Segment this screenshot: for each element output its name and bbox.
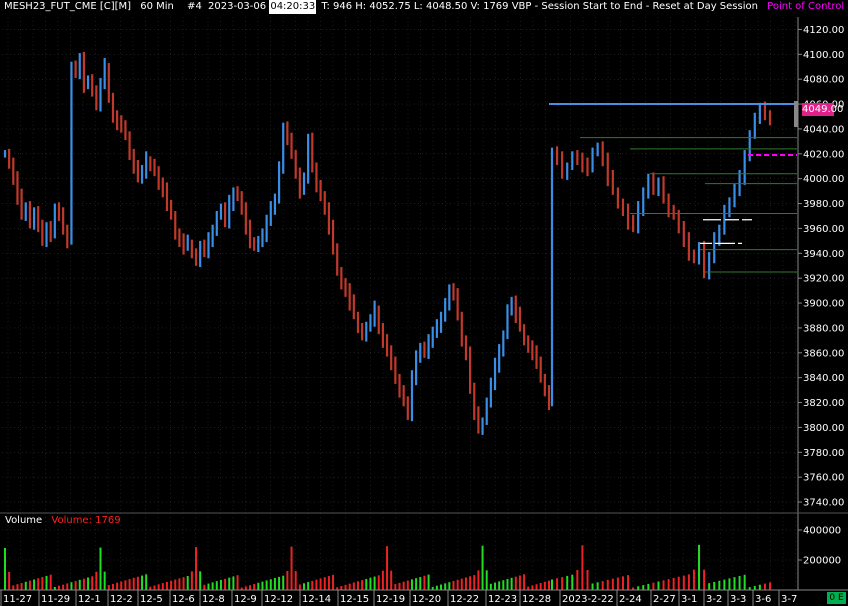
price-chart[interactable]: 4120.004100.004080.004060.004040.004020.… — [0, 0, 848, 606]
time-tick-label: 12-8 — [202, 594, 225, 605]
time-tick-label: 12-9 — [234, 594, 257, 605]
price-tick-label: 3920.00 — [803, 274, 844, 285]
price-tick-label: 3980.00 — [803, 199, 844, 210]
time-tick-label: 2-27 — [653, 594, 676, 605]
time-tick-label: 3-7 — [781, 594, 797, 605]
time-tick-label: 12-5 — [140, 594, 163, 605]
time-tick-label: 12-6 — [172, 594, 195, 605]
price-tick-label: 4120.00 — [803, 25, 844, 36]
time-tick-label: 12-12 — [264, 594, 293, 605]
time-tick-label: 2-24 — [619, 594, 642, 605]
chart-window: { "header": { "symbol": "MESH23_FUT_CME … — [0, 0, 848, 606]
time-tick-label: 12-19 — [376, 594, 405, 605]
price-tick-label: 3800.00 — [803, 423, 844, 434]
time-tick-label: 12-1 — [78, 594, 101, 605]
scroll-marker — [794, 101, 798, 128]
time-tick-label: 12-20 — [412, 594, 441, 605]
current-price-badge: 4049.00 — [802, 103, 844, 116]
time-tick-label: 2023-2-22 — [562, 594, 614, 605]
volume-title: Volume — [5, 515, 43, 526]
price-tick-label: 4100.00 — [803, 50, 844, 61]
price-tick-label: 3820.00 — [803, 398, 844, 409]
time-tick-label: 3-2 — [706, 594, 722, 605]
price-tick-label: 4080.00 — [803, 75, 844, 86]
time-tick-label: 11-29 — [41, 594, 70, 605]
time-tick-label: 11-27 — [3, 594, 32, 605]
time-tick-label: 12-2 — [110, 594, 133, 605]
price-tick-label: 3760.00 — [803, 473, 844, 484]
volume-tick-label: 200000 — [803, 556, 841, 567]
time-tick-label: 3-6 — [755, 594, 771, 605]
time-tick-label: 3-1 — [681, 594, 697, 605]
time-tick-label: 12-15 — [340, 594, 369, 605]
status-badge: 0 E — [827, 592, 846, 604]
time-tick-label: 3-3 — [730, 594, 746, 605]
price-tick-label: 4020.00 — [803, 149, 844, 160]
price-tick-label: 3780.00 — [803, 448, 844, 459]
time-tick-label: 12-23 — [488, 594, 517, 605]
price-tick-label: 4040.00 — [803, 124, 844, 135]
price-tick-label: 3860.00 — [803, 348, 844, 359]
volume-tick-label: 400000 — [803, 526, 841, 537]
time-tick-label: 12-28 — [522, 594, 551, 605]
price-tick-label: 3880.00 — [803, 323, 844, 334]
price-tick-label: 3960.00 — [803, 224, 844, 235]
price-tick-label: 3740.00 — [803, 498, 844, 509]
volume-panel-title: Volume Volume: 1769 — [5, 515, 121, 526]
price-tick-label: 3940.00 — [803, 249, 844, 260]
time-tick-label: 12-22 — [450, 594, 479, 605]
price-tick-label: 4000.00 — [803, 174, 844, 185]
volume-value: Volume: 1769 — [51, 515, 121, 526]
price-tick-label: 3840.00 — [803, 373, 844, 384]
price-tick-label: 3900.00 — [803, 299, 844, 310]
time-tick-label: 12-14 — [302, 594, 331, 605]
